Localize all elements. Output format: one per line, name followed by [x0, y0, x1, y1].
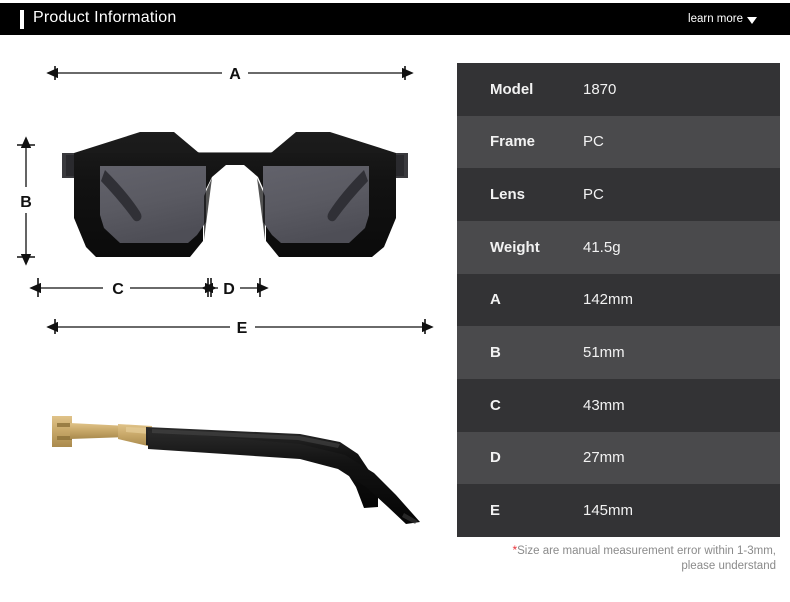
table-row: Model 1870 — [457, 63, 780, 116]
dimension-line-e: E — [46, 319, 434, 337]
table-row: C 43mm — [457, 378, 780, 432]
dimension-line-b: B — [17, 136, 35, 266]
spec-value: 41.5g — [583, 238, 621, 256]
spec-value: PC — [583, 186, 604, 204]
spec-key: Model — [490, 80, 534, 98]
spec-key: C — [490, 396, 501, 414]
spec-key: B — [490, 344, 501, 362]
product-information-page: Product Information learn more A B C D E… — [0, 0, 790, 602]
measurement-disclaimer: *Size are manual measurement error withi… — [457, 543, 780, 574]
spec-key: D — [490, 449, 501, 467]
table-row: A 142mm — [457, 273, 780, 327]
dimension-label-d: D — [223, 281, 235, 298]
page-title: Product Information — [33, 9, 177, 26]
learn-more-label: learn more — [688, 13, 743, 25]
spec-key: Weight — [490, 238, 540, 256]
right-lens — [263, 166, 369, 243]
product-diagram: A B C D E — [0, 35, 450, 602]
table-row: E 145mm — [457, 484, 780, 537]
table-row: Lens PC — [457, 168, 780, 221]
table-row: B 51mm — [457, 326, 780, 379]
dimension-label-e: E — [237, 320, 248, 337]
sunglasses-front-view — [62, 132, 408, 257]
chevron-down-icon — [747, 16, 757, 24]
spec-key: E — [490, 502, 501, 520]
spec-value: 43mm — [583, 396, 625, 414]
disclaimer-line-2: please understand — [681, 560, 776, 572]
learn-more-button[interactable]: learn more — [688, 13, 757, 25]
diagram-svg: A B C D E — [17, 66, 434, 524]
spec-value: 1870 — [583, 80, 617, 98]
spec-value: 145mm — [583, 502, 634, 520]
sunglasses-side-view — [52, 416, 420, 524]
dimension-line-c: C — [29, 278, 217, 298]
left-lens — [100, 166, 206, 243]
temple-arm-near — [148, 431, 420, 524]
page-header: Product Information learn more — [0, 3, 790, 35]
table-row: D 27mm — [457, 431, 780, 485]
table-row: Weight 41.5g — [457, 220, 780, 274]
spec-value: 142mm — [583, 291, 634, 309]
spec-key: A — [490, 291, 501, 309]
table-row: Frame PC — [457, 115, 780, 169]
spec-table: Model 1870 Frame PC Lens PC Weight 41.5g… — [457, 63, 780, 537]
spec-value: PC — [583, 133, 604, 151]
dimension-label-a: A — [229, 66, 241, 83]
dimension-label-b: B — [20, 194, 32, 211]
disclaimer-line-1: Size are manual measurement error within… — [517, 545, 776, 557]
spec-key: Lens — [490, 186, 526, 204]
header-accent-bar — [20, 10, 24, 29]
dimension-line-d: D — [201, 278, 269, 298]
dimension-line-a: A — [46, 66, 414, 83]
spec-key: Frame — [490, 133, 536, 151]
spec-value: 27mm — [583, 449, 625, 467]
dimension-label-c: C — [112, 281, 124, 298]
spec-value: 51mm — [583, 344, 625, 362]
hinge-plate — [52, 416, 72, 447]
